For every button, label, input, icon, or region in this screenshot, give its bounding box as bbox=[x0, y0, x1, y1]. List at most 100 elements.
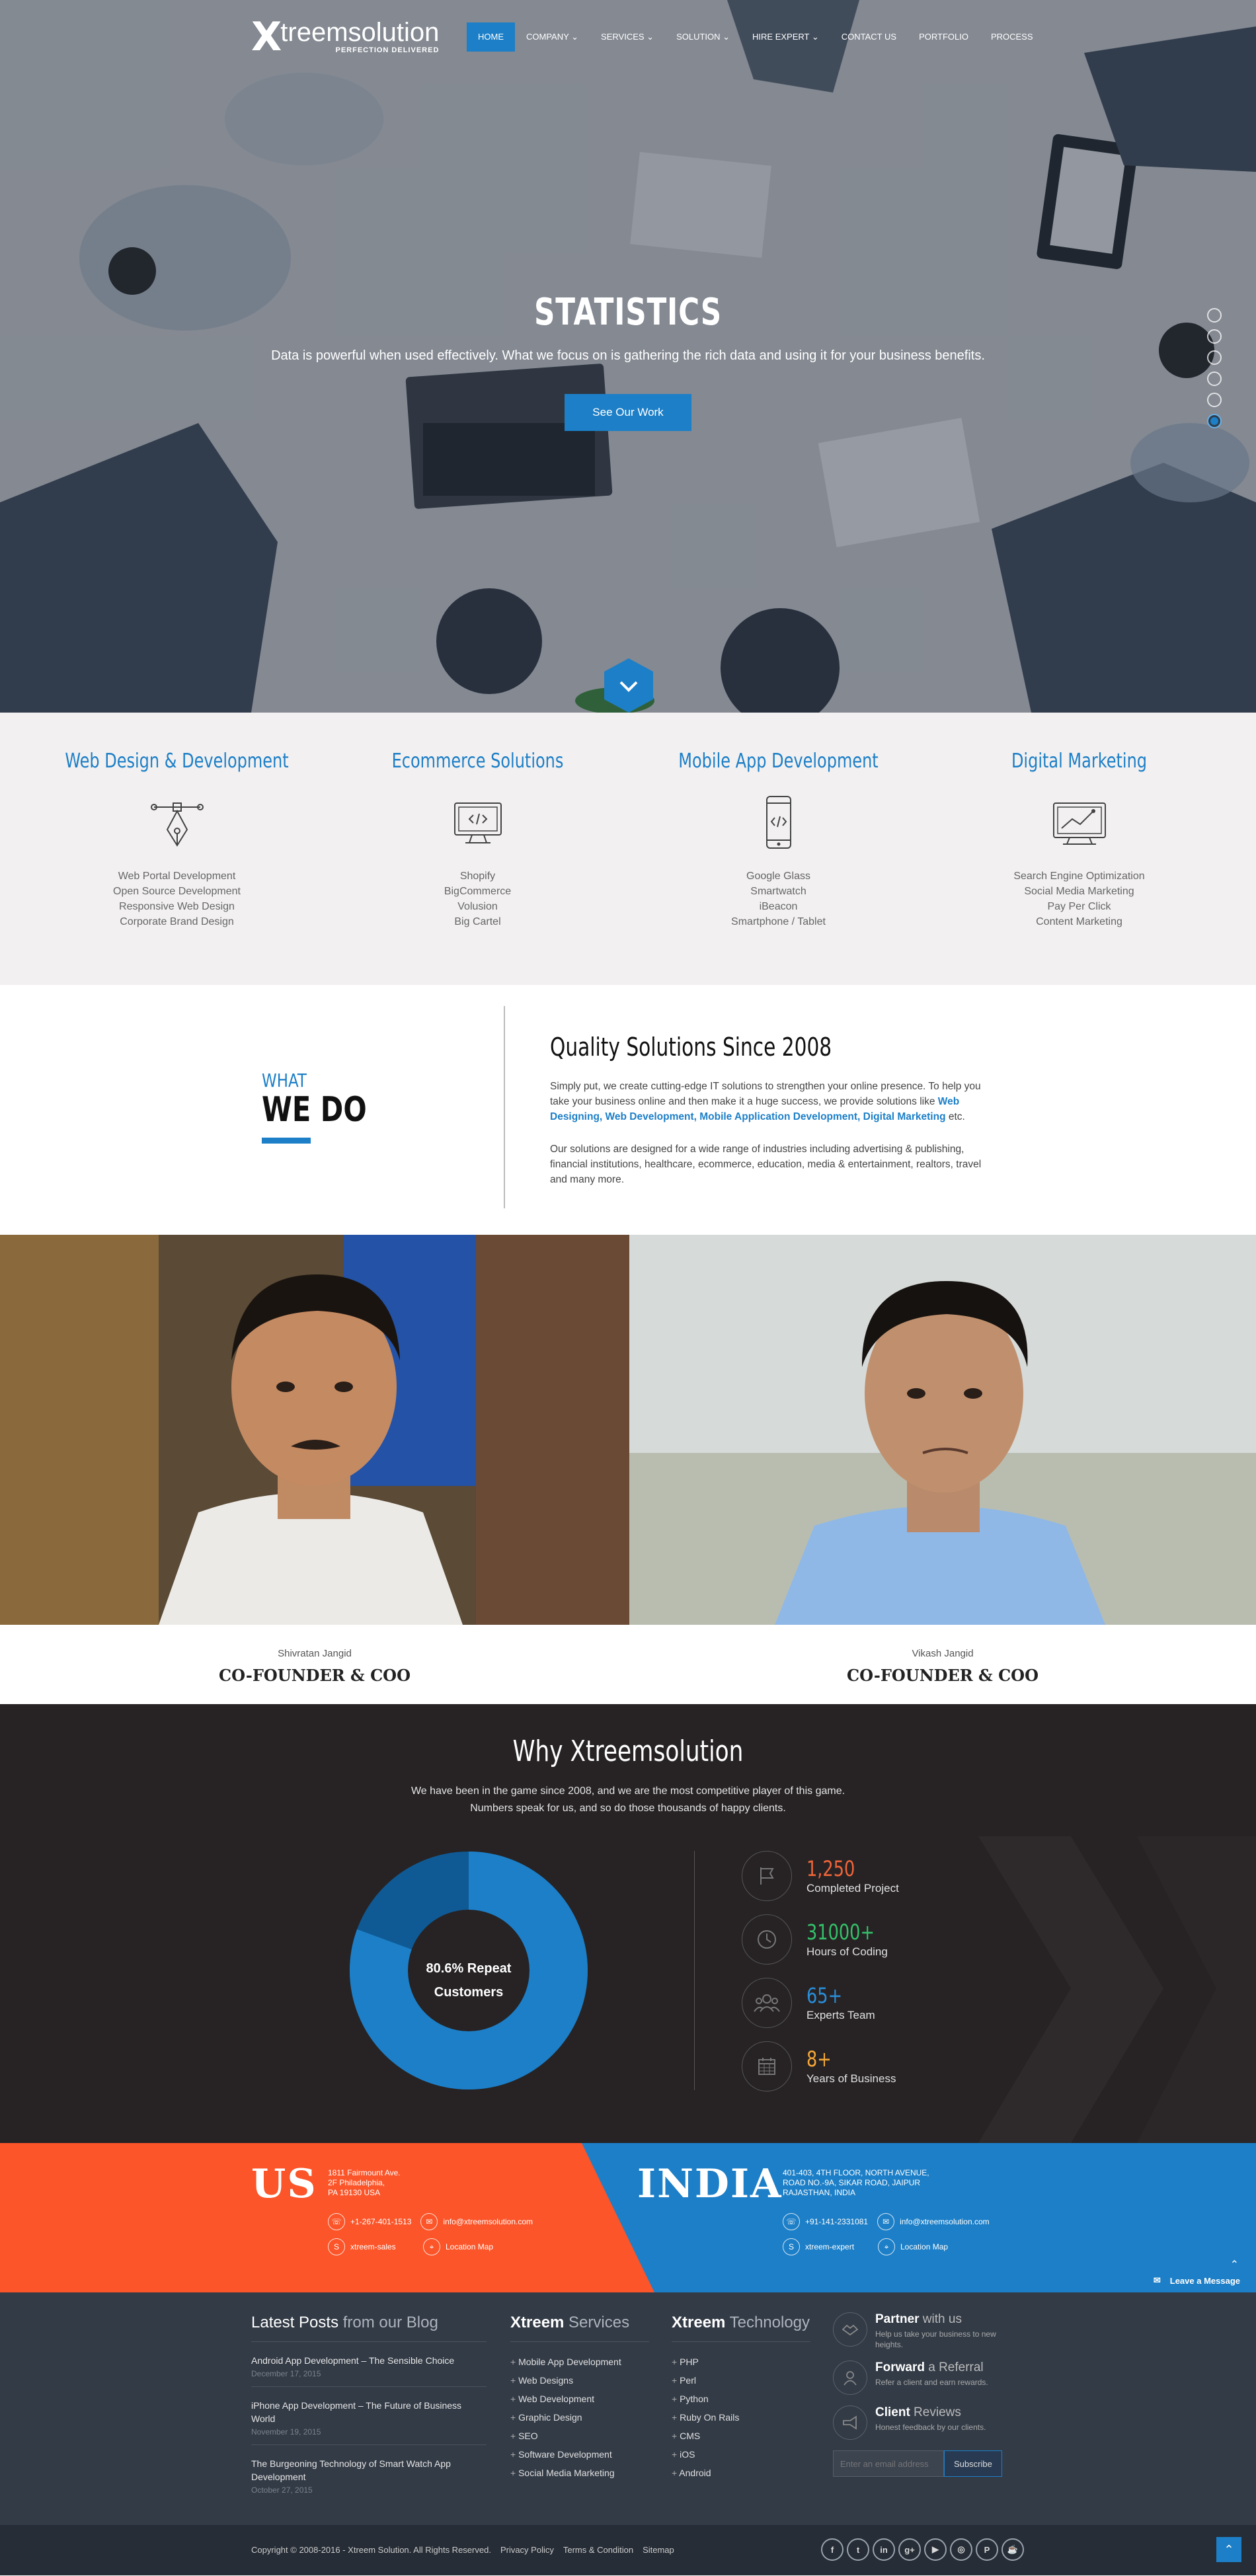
email-icon: ✉ bbox=[420, 2213, 438, 2230]
terms-link[interactable]: Terms & Condition bbox=[563, 2545, 633, 2555]
nav-process[interactable]: PROCESS bbox=[980, 22, 1044, 52]
forward-referral[interactable]: Forward a Referral Refer a client and ear… bbox=[833, 2361, 1011, 2395]
envelope-icon: ✉ bbox=[1153, 2275, 1161, 2285]
footer-services: Xtreem Services Mobile App Development W… bbox=[510, 2314, 649, 2482]
service-title: Web Design & Development bbox=[65, 750, 289, 773]
youtube-icon[interactable]: ▶ bbox=[924, 2538, 947, 2561]
footer-link[interactable]: PHP bbox=[672, 2353, 810, 2371]
slider-dot[interactable] bbox=[1207, 350, 1222, 365]
privacy-policy-link[interactable]: Privacy Policy bbox=[500, 2545, 554, 2555]
nav-portfolio[interactable]: PORTFOLIO bbox=[908, 22, 980, 52]
slider-dots bbox=[1207, 308, 1222, 428]
facebook-icon[interactable]: f bbox=[821, 2538, 844, 2561]
slider-dot[interactable] bbox=[1207, 308, 1222, 323]
footer-link[interactable]: SEO bbox=[510, 2427, 649, 2445]
nav-contact-us[interactable]: CONTACT US bbox=[830, 22, 908, 52]
blog-post[interactable]: Android App Development – The Sensible C… bbox=[251, 2342, 487, 2387]
nav-services[interactable]: SERVICES ⌄ bbox=[590, 22, 665, 52]
scroll-down-hexagon-icon[interactable] bbox=[604, 658, 653, 713]
nav-home[interactable]: HOME bbox=[467, 22, 515, 52]
see-our-work-button[interactable]: See Our Work bbox=[565, 394, 691, 431]
linkedin-icon[interactable]: in bbox=[873, 2538, 895, 2561]
repeat-customers-donut-chart: 80.6% Repeat Customers bbox=[350, 1852, 588, 2089]
blog-post[interactable]: iPhone App Development – The Future of B… bbox=[251, 2387, 487, 2445]
what-we-do-heading: WHAT WE DO bbox=[262, 1070, 393, 1144]
nav-company[interactable]: COMPANY ⌄ bbox=[515, 22, 590, 52]
nav-solution[interactable]: SOLUTION ⌄ bbox=[665, 22, 741, 52]
mobile-code-icon bbox=[765, 796, 791, 849]
sitemap-link[interactable]: Sitemap bbox=[643, 2545, 674, 2555]
post-title[interactable]: iPhone App Development – The Future of B… bbox=[251, 2399, 487, 2425]
footer-link[interactable]: Graphic Design bbox=[510, 2408, 649, 2427]
footer-link[interactable]: Ruby On Rails bbox=[672, 2408, 810, 2427]
us-location-map[interactable]: ⌖ Location Map bbox=[423, 2238, 493, 2255]
footer-link[interactable]: Web Development bbox=[510, 2390, 649, 2408]
slider-dot[interactable] bbox=[1207, 371, 1222, 386]
logo-mark: X bbox=[251, 14, 282, 60]
leave-message-button[interactable]: ✉ Leave a Message bbox=[1142, 2269, 1256, 2292]
service-mobile-app[interactable]: Mobile App Development Google Glass Smar… bbox=[628, 713, 929, 985]
india-email[interactable]: ✉ info@xtreemsolution.com bbox=[877, 2213, 990, 2230]
site-logo[interactable]: X treemsolution PERFECTION DELIVERED bbox=[251, 14, 439, 60]
social-links: f t in g+ ▶ ◎ P ☕ bbox=[821, 2538, 1024, 2561]
founder-photo bbox=[0, 1235, 629, 1625]
quality-solutions-title: Quality Solutions Since 2008 bbox=[550, 1033, 832, 1062]
us-email[interactable]: ✉ info@xtreemsolution.com bbox=[420, 2213, 533, 2230]
service-item: Google Glass bbox=[746, 871, 810, 882]
footer-technology-list: PHP Perl Python Ruby On Rails CMS iOS An… bbox=[672, 2353, 810, 2482]
footer-link[interactable]: Social Media Marketing bbox=[510, 2464, 649, 2482]
footer-link[interactable]: Perl bbox=[672, 2371, 810, 2390]
subscribe-button[interactable]: Subscribe bbox=[944, 2450, 1002, 2477]
service-ecommerce[interactable]: Ecommerce Solutions Shopify BigCommerce … bbox=[327, 713, 628, 985]
footer-link[interactable]: CMS bbox=[672, 2427, 810, 2445]
blog-post[interactable]: The Burgeoning Technology of Smart Watch… bbox=[251, 2445, 487, 2503]
service-digital-marketing[interactable]: Digital Marketing Search Engine Optimiza… bbox=[929, 713, 1230, 985]
footer-link[interactable]: Mobile App Development bbox=[510, 2353, 649, 2371]
post-date: December 17, 2015 bbox=[251, 2369, 321, 2378]
footer-link[interactable]: Software Development bbox=[510, 2445, 649, 2464]
india-phone[interactable]: ☏ +91-141-2331081 bbox=[783, 2213, 868, 2230]
map-pin-icon: ⌖ bbox=[878, 2238, 895, 2255]
why-title: Why Xtreemsolution bbox=[512, 1735, 744, 1768]
skype-icon: S bbox=[328, 2238, 345, 2255]
hero-subtitle: Data is powerful when used effectively. … bbox=[271, 348, 985, 363]
service-item: Pay Per Click bbox=[1047, 901, 1111, 912]
slider-dot[interactable] bbox=[1207, 329, 1222, 344]
footer-services-list: Mobile App Development Web Designs Web D… bbox=[510, 2353, 649, 2482]
partner-with-us[interactable]: Partner with us Help us take your busines… bbox=[833, 2312, 1011, 2350]
twitter-icon[interactable]: t bbox=[847, 2538, 869, 2561]
subscribe-email-input[interactable] bbox=[833, 2450, 944, 2477]
bottom-bar: Copyright © 2008-2016 - Xtreem Solution.… bbox=[0, 2525, 1256, 2575]
nav-hire-expert[interactable]: HIRE EXPERT ⌄ bbox=[741, 22, 830, 52]
industries-paragraph: Our solutions are designed for a wide ra… bbox=[550, 1144, 982, 1185]
slider-dot[interactable] bbox=[1207, 393, 1222, 407]
footer-link[interactable]: Android bbox=[672, 2464, 810, 2482]
hero-section: X treemsolution PERFECTION DELIVERED HOM… bbox=[0, 0, 1256, 713]
footer-link[interactable]: iOS bbox=[672, 2445, 810, 2464]
us-skype[interactable]: Sxtreem-sales bbox=[328, 2238, 414, 2255]
instagram-icon[interactable]: ◎ bbox=[950, 2538, 972, 2561]
post-title[interactable]: The Burgeoning Technology of Smart Watch… bbox=[251, 2457, 487, 2483]
stat-experts-team: 65+ Experts Team bbox=[742, 1978, 875, 2028]
handshake-icon bbox=[833, 2312, 867, 2347]
post-title[interactable]: Android App Development – The Sensible C… bbox=[251, 2354, 487, 2367]
service-web-design[interactable]: Web Design & Development Web Portal Deve… bbox=[26, 713, 327, 985]
footer-services-heading: Xtreem Services bbox=[510, 2314, 649, 2342]
footer-link[interactable]: Python bbox=[672, 2390, 810, 2408]
what-we-do-content: Quality Solutions Since 2008 Simply put,… bbox=[550, 1033, 997, 1187]
stat-years-business: 8+ Years of Business bbox=[742, 2041, 896, 2091]
stat-value: 8+ bbox=[806, 2047, 832, 2072]
pinterest-icon[interactable]: P bbox=[976, 2538, 998, 2561]
blog-icon[interactable]: ☕ bbox=[1001, 2538, 1024, 2561]
us-phone[interactable]: ☏ +1-267-401-1513 bbox=[328, 2213, 411, 2230]
back-to-top-icon[interactable]: ⌃ bbox=[1216, 2537, 1241, 2562]
google-plus-icon[interactable]: g+ bbox=[898, 2538, 921, 2561]
footer-blog: Latest Posts from our Blog Android App D… bbox=[251, 2314, 487, 2503]
service-title: Digital Marketing bbox=[1011, 750, 1148, 773]
india-location-map[interactable]: ⌖ Location Map bbox=[878, 2238, 948, 2255]
slider-dot-active[interactable] bbox=[1207, 414, 1222, 428]
client-reviews[interactable]: Client Reviews Honest feedback by our cli… bbox=[833, 2405, 1011, 2440]
india-skype[interactable]: Sxtreem-expert bbox=[783, 2238, 869, 2255]
service-item: Volusion bbox=[457, 901, 498, 912]
footer-link[interactable]: Web Designs bbox=[510, 2371, 649, 2390]
